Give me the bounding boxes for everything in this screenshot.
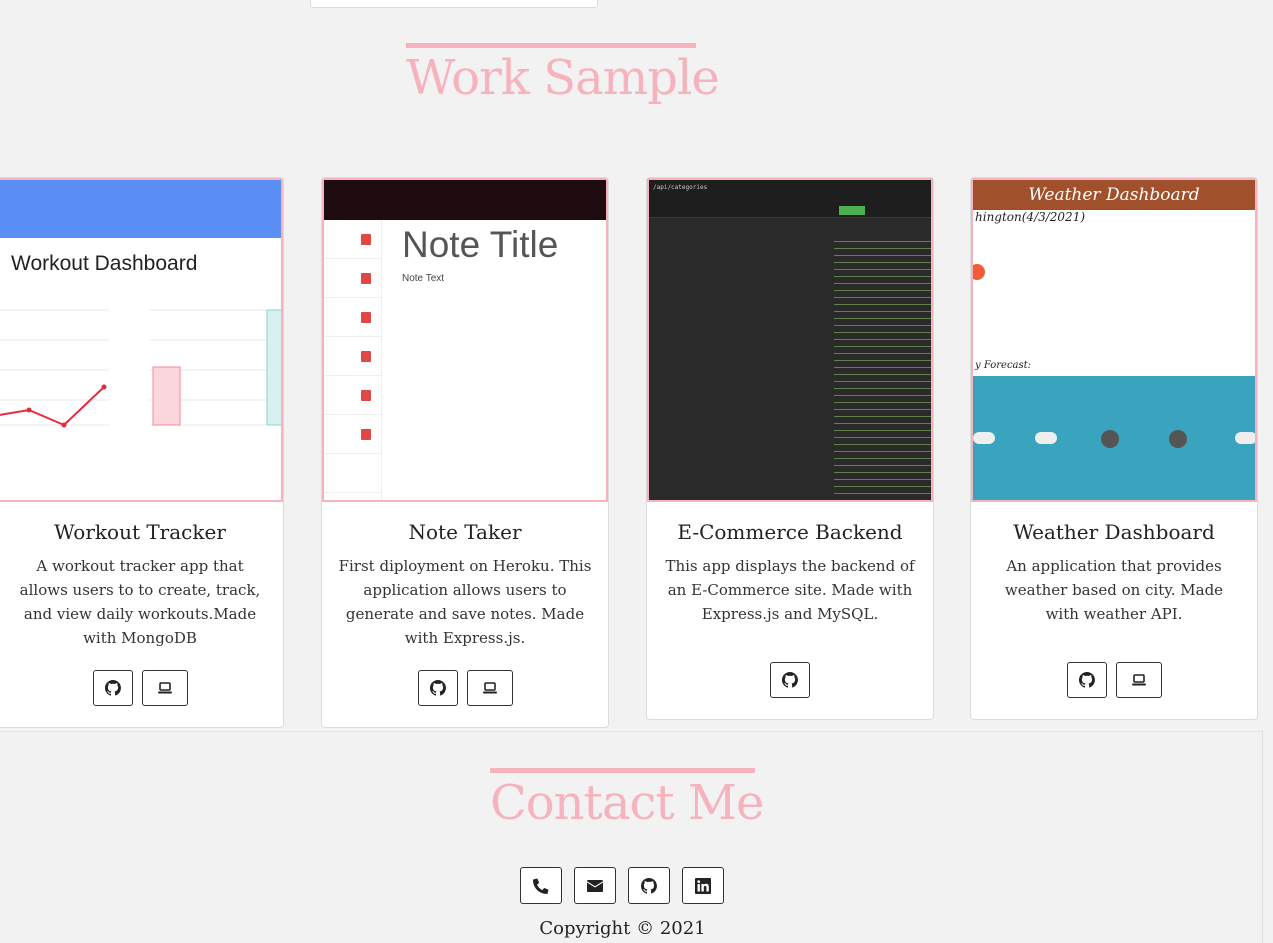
trash-icon bbox=[361, 389, 371, 401]
project-card-note-taker: Note Title Note Text Note Taker First di… bbox=[321, 177, 609, 728]
contact-links bbox=[520, 867, 724, 904]
trash-icon bbox=[361, 311, 371, 323]
project-card-weather-dashboard: Weather Dashboard hington(4/3/2021) y Fo… bbox=[970, 177, 1258, 720]
contact-section bbox=[0, 731, 1263, 943]
phone-button[interactable] bbox=[520, 867, 562, 904]
linkedin-icon bbox=[695, 877, 711, 894]
project-description: A workout tracker app that allows users … bbox=[19, 557, 261, 647]
project-description: An application that provides weather bas… bbox=[1004, 557, 1224, 623]
project-name: Workout Tracker bbox=[54, 520, 226, 544]
github-icon bbox=[641, 877, 657, 894]
laptop-icon bbox=[157, 682, 172, 694]
github-button[interactable] bbox=[770, 662, 810, 698]
github-icon bbox=[104, 680, 121, 696]
thumbnail-header-bar bbox=[324, 180, 606, 220]
live-demo-button[interactable] bbox=[1115, 662, 1162, 698]
thumbnail-subtext: Note Text bbox=[402, 273, 445, 284]
project-name: E-Commerce Backend bbox=[677, 520, 903, 544]
laptop-icon bbox=[482, 682, 497, 694]
work-sample-heading: Work Sample bbox=[406, 43, 720, 106]
project-description: First diployment on Heroku. This applica… bbox=[338, 557, 592, 647]
trash-icon bbox=[361, 350, 371, 362]
moon-icon bbox=[1169, 430, 1187, 448]
envelope-icon bbox=[587, 879, 603, 892]
project-thumbnail[interactable]: Weather Dashboard hington(4/3/2021) y Fo… bbox=[971, 178, 1257, 502]
copyright-text: Copyright © 2021 bbox=[539, 918, 706, 939]
github-icon bbox=[782, 672, 798, 688]
contact-heading: Contact Me bbox=[490, 768, 764, 831]
thumbnail-url-bar: /api/categories bbox=[649, 180, 931, 218]
project-description: This app displays the backend of an E-Co… bbox=[665, 557, 915, 623]
project-thumbnail[interactable]: Note Title Note Text bbox=[322, 178, 608, 502]
github-button[interactable] bbox=[417, 670, 458, 706]
cloud-icon bbox=[1235, 432, 1255, 444]
trash-icon bbox=[361, 428, 371, 440]
thumbnail-title: Weather Dashboard bbox=[973, 180, 1255, 210]
moon-icon bbox=[1101, 430, 1119, 448]
sun-icon bbox=[973, 264, 985, 280]
thumbnail-header-bar bbox=[0, 180, 281, 238]
thumbnail-title: Workout Dashboard bbox=[11, 252, 198, 275]
project-name: Weather Dashboard bbox=[1013, 520, 1215, 544]
github-button[interactable] bbox=[92, 670, 133, 706]
phone-icon bbox=[533, 878, 549, 894]
thumbnail-city: hington(4/3/2021) bbox=[975, 210, 1086, 224]
project-thumbnail[interactable]: /api/categories bbox=[647, 178, 933, 502]
thumbnail-chart bbox=[0, 309, 281, 428]
project-thumbnail[interactable]: Workout Dashboard bbox=[0, 178, 283, 502]
heading-underline-bar bbox=[490, 768, 755, 773]
heading-underline-bar bbox=[406, 43, 696, 48]
github-button[interactable] bbox=[628, 867, 670, 904]
project-card-workout-tracker: Workout Dashboard Workout Tracker A work… bbox=[0, 177, 284, 728]
github-icon bbox=[1078, 672, 1095, 688]
laptop-icon bbox=[1131, 674, 1146, 686]
live-demo-button[interactable] bbox=[466, 670, 513, 706]
email-button[interactable] bbox=[574, 867, 616, 904]
contact-title: Contact Me bbox=[490, 775, 764, 831]
project-name: Note Taker bbox=[408, 520, 522, 544]
trash-icon bbox=[361, 233, 371, 245]
work-sample-title: Work Sample bbox=[406, 50, 720, 106]
live-demo-button[interactable] bbox=[141, 670, 188, 706]
trash-icon bbox=[361, 272, 371, 284]
cloud-icon bbox=[1035, 432, 1057, 444]
project-card-ecommerce-backend: /api/categories E-Commerce Backend This … bbox=[646, 177, 934, 720]
top-input-stub bbox=[310, 0, 598, 8]
github-icon bbox=[429, 680, 446, 696]
thumbnail-forecast-label: y Forecast: bbox=[975, 360, 1032, 371]
thumbnail-note-list bbox=[324, 220, 382, 500]
thumbnail-title: Note Title bbox=[402, 224, 559, 265]
linkedin-button[interactable] bbox=[682, 867, 724, 904]
thumbnail-status-badge bbox=[839, 206, 865, 215]
cloud-icon bbox=[973, 432, 995, 444]
github-button[interactable] bbox=[1066, 662, 1107, 698]
thumbnail-json-output bbox=[834, 238, 931, 498]
